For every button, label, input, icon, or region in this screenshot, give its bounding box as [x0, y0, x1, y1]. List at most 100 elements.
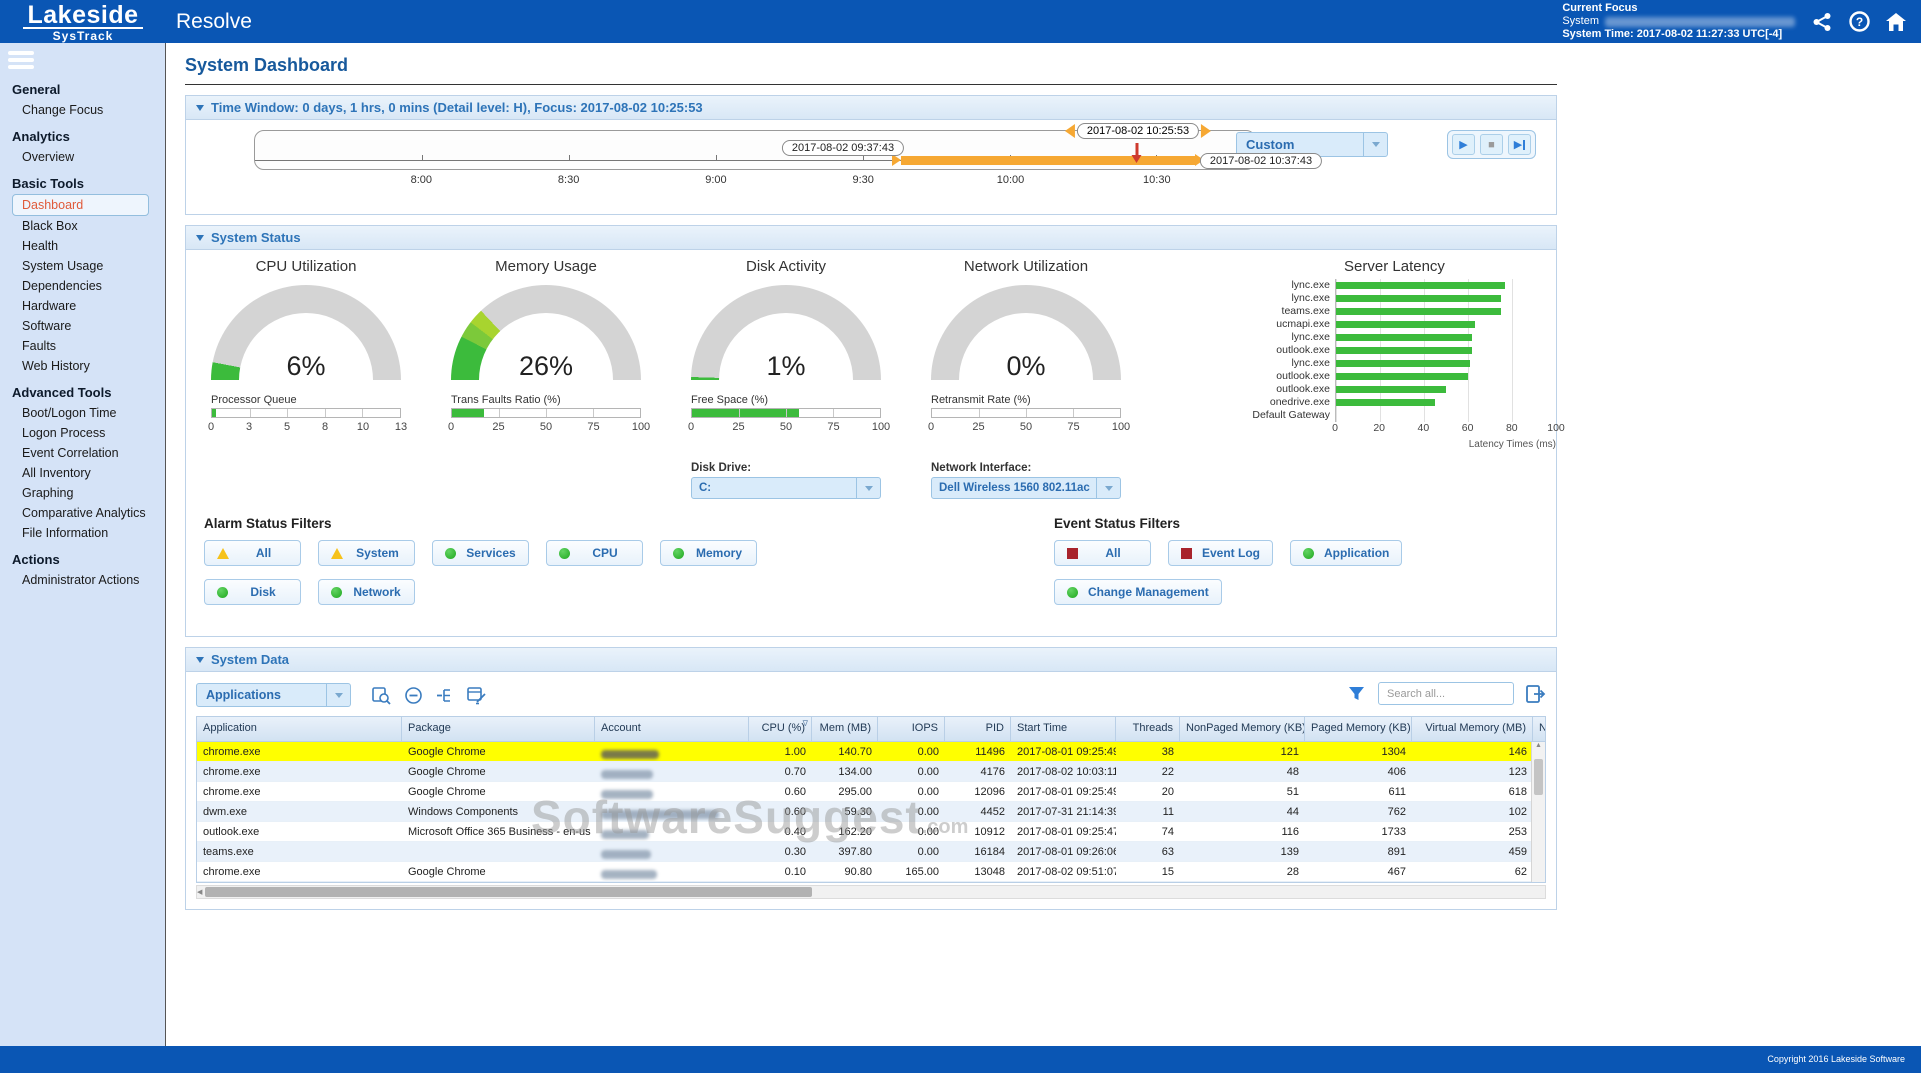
event-status-filters-all-button[interactable]: All	[1054, 540, 1151, 566]
gauge-metric-ticks: 0255075100	[691, 421, 881, 437]
column-header-account[interactable]: Account	[595, 717, 749, 741]
alarm-status-filters-system-button[interactable]: System	[318, 540, 415, 566]
table-row[interactable]: dwm.exeWindows Components0.6059.300.0044…	[197, 802, 1546, 822]
disk-drive-dropdown[interactable]: C:	[691, 477, 881, 499]
alarm-status-filters-cpu-button[interactable]: CPU	[546, 540, 643, 566]
timeline-selected-range[interactable]	[901, 156, 1195, 165]
table-row[interactable]: chrome.exeGoogle Chrome0.70134.000.00417…	[197, 762, 1546, 782]
timeline-focus-marker[interactable]	[1136, 143, 1139, 156]
home-icon[interactable]	[1885, 11, 1907, 33]
system-value-redacted	[1605, 17, 1795, 27]
sidebar-item-boot-logon-time[interactable]: Boot/Logon Time	[0, 403, 165, 423]
critical-square-icon	[1067, 548, 1078, 559]
horizontal-scrollbar[interactable]: ◀	[196, 885, 1546, 899]
menu-icon[interactable]	[8, 51, 38, 69]
sidebar-item-change-focus[interactable]: Change Focus	[0, 100, 165, 120]
dropdown-arrow-icon[interactable]	[326, 684, 350, 706]
edit-columns-icon[interactable]	[467, 685, 487, 705]
focus-right-handle-icon[interactable]	[1201, 124, 1211, 138]
focus-left-handle-icon[interactable]	[1065, 124, 1075, 138]
sidebar-item-dashboard[interactable]: Dashboard	[12, 194, 149, 216]
sidebar-item-black-box[interactable]: Black Box	[0, 216, 165, 236]
sidebar-item-graphing[interactable]: Graphing	[0, 483, 165, 503]
column-header-virtual-memory-mb[interactable]: Virtual Memory (MB)	[1412, 717, 1533, 741]
alarm-status-filters-memory-button[interactable]: Memory	[660, 540, 757, 566]
column-header-pid[interactable]: PID	[945, 717, 1011, 741]
sidebar-item-all-inventory[interactable]: All Inventory	[0, 463, 165, 483]
stop-button[interactable]: ■	[1480, 134, 1503, 155]
column-header-nonpaged-memory-kb[interactable]: NonPaged Memory (KB)	[1180, 717, 1305, 741]
sidebar-item-event-correlation[interactable]: Event Correlation	[0, 443, 165, 463]
column-header-application[interactable]: Application	[197, 717, 402, 741]
group-hierarchy-icon[interactable]	[435, 685, 455, 705]
horizontal-scrollbar-thumb[interactable]	[205, 887, 812, 897]
range-end-pill[interactable]: 2017-08-02 10:37:43	[1200, 153, 1322, 169]
cell-cpu: 0.30	[749, 842, 812, 861]
column-header-network[interactable]: Network	[1533, 717, 1546, 741]
sidebar-item-dependencies[interactable]: Dependencies	[0, 276, 165, 296]
dropdown-arrow-icon[interactable]	[1096, 478, 1120, 498]
table-row[interactable]: chrome.exeGoogle Chrome0.1090.80165.0013…	[197, 862, 1546, 882]
axis-tick	[569, 155, 570, 161]
table-row[interactable]: teams.exe0.30397.800.00161842017-08-01 0…	[197, 842, 1546, 862]
step-forward-button[interactable]: ▶	[1508, 134, 1531, 155]
alarm-status-filters-all-button[interactable]: All	[204, 540, 301, 566]
network-interface-dropdown[interactable]: Dell Wireless 1560 802.11ac	[931, 477, 1121, 499]
export-icon[interactable]	[1526, 684, 1546, 704]
sidebar-item-web-history[interactable]: Web History	[0, 356, 165, 376]
system-data-panel-header[interactable]: System Data	[186, 648, 1556, 672]
sidebar-item-administrator-actions[interactable]: Administrator Actions	[0, 570, 165, 590]
sidebar-item-hardware[interactable]: Hardware	[0, 296, 165, 316]
range-start-pill[interactable]: 2017-08-02 09:37:43	[782, 140, 904, 156]
dropdown-arrow-icon[interactable]	[856, 478, 880, 498]
event-status-filters-event-log-button[interactable]: Event Log	[1168, 540, 1273, 566]
alarm-status-filters-services-button[interactable]: Services	[432, 540, 529, 566]
event-status-filters-application-button[interactable]: Application	[1290, 540, 1402, 566]
find-record-icon[interactable]	[371, 685, 391, 705]
cell-nonpaged-memory-kb: 28	[1180, 862, 1305, 881]
focus-pill-group[interactable]: 2017-08-02 10:25:53	[1065, 123, 1211, 139]
alarm-status-filters-disk-button[interactable]: Disk	[204, 579, 301, 605]
cell-account	[595, 842, 749, 861]
event-status-filters-change-management-button[interactable]: Change Management	[1054, 579, 1222, 605]
column-header-cpu[interactable]: CPU (%)∇	[749, 717, 812, 741]
share-icon[interactable]	[1811, 11, 1833, 33]
time-window-panel-header[interactable]: Time Window: 0 days, 1 hrs, 0 mins (Deta…	[186, 96, 1556, 120]
column-filter-icon[interactable]: ∇	[803, 719, 808, 728]
filter-funnel-icon[interactable]	[1346, 684, 1366, 704]
column-header-mem-mb[interactable]: Mem (MB)	[812, 717, 878, 741]
column-header-start-time[interactable]: Start Time	[1011, 717, 1116, 741]
lakeside-logo[interactable]: Lakeside SysTrack	[0, 1, 166, 43]
ok-circle-icon	[445, 548, 456, 559]
remove-filter-icon[interactable]	[403, 685, 423, 705]
view-selector-dropdown[interactable]: Applications	[196, 683, 351, 707]
vertical-scrollbar-thumb[interactable]	[1534, 759, 1543, 795]
table-row[interactable]: chrome.exeGoogle Chrome1.00140.700.00114…	[197, 742, 1546, 762]
alarm-status-filters-network-button[interactable]: Network	[318, 579, 415, 605]
column-header-threads[interactable]: Threads	[1116, 717, 1180, 741]
sidebar-item-health[interactable]: Health	[0, 236, 165, 256]
vertical-scrollbar[interactable]: ▲	[1531, 742, 1545, 882]
sidebar-item-overview[interactable]: Overview	[0, 147, 165, 167]
system-status-panel-header[interactable]: System Status	[186, 226, 1556, 250]
sidebar-item-software[interactable]: Software	[0, 316, 165, 336]
column-header-paged-memory-kb[interactable]: Paged Memory (KB)	[1305, 717, 1412, 741]
sidebar-item-system-usage[interactable]: System Usage	[0, 256, 165, 276]
dropdown-arrow-icon[interactable]	[1363, 133, 1387, 156]
table-row[interactable]: chrome.exeGoogle Chrome0.60295.000.00120…	[197, 782, 1546, 802]
cell-start-time: 2017-08-01 09:26:06	[1011, 842, 1116, 861]
column-header-package[interactable]: Package	[402, 717, 595, 741]
latency-bar	[1336, 347, 1472, 354]
column-header-iops[interactable]: IOPS	[878, 717, 945, 741]
timeline-widget[interactable]: 2017-08-02 09:37:43 2017-08-02 10:25:53 …	[254, 130, 1256, 170]
cell-account	[595, 742, 749, 761]
sidebar-item-file-information[interactable]: File Information	[0, 523, 165, 543]
sidebar-item-logon-process[interactable]: Logon Process	[0, 423, 165, 443]
server-latency-chart: Server Latencylync.exelync.exeteams.exeu…	[1233, 258, 1556, 450]
play-button[interactable]: ▶	[1452, 134, 1475, 155]
help-icon[interactable]: ?	[1848, 11, 1870, 33]
table-row[interactable]: outlook.exeMicrosoft Office 365 Business…	[197, 822, 1546, 842]
sidebar-item-faults[interactable]: Faults	[0, 336, 165, 356]
search-input[interactable]	[1378, 682, 1514, 705]
sidebar-item-comparative-analytics[interactable]: Comparative Analytics	[0, 503, 165, 523]
